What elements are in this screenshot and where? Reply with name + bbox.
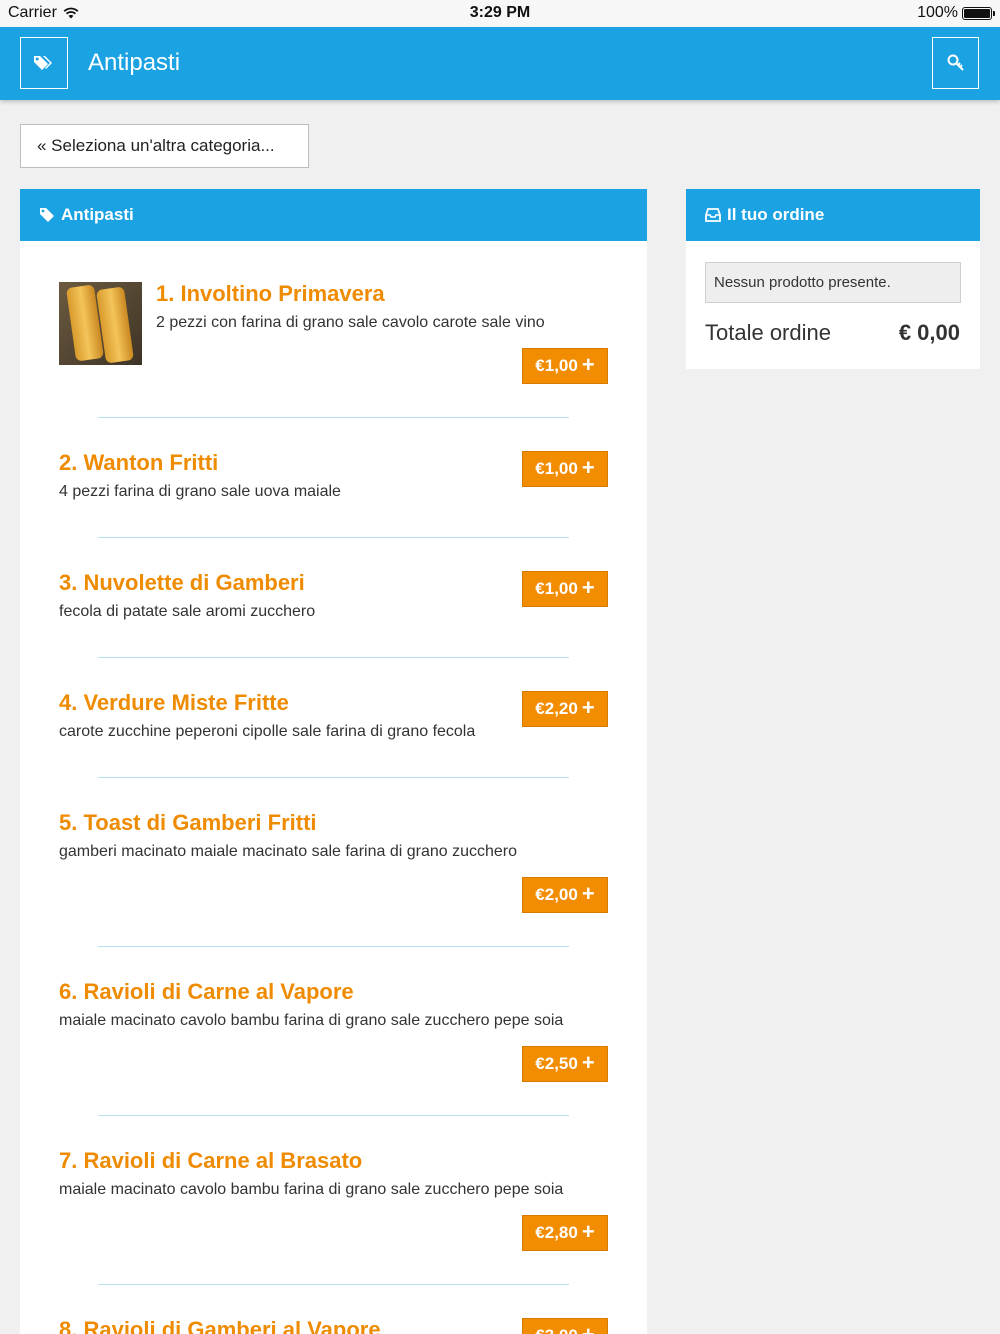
- item-name: 2. Wanton Fritti: [59, 450, 219, 475]
- order-panel-title: Il tuo ordine: [727, 205, 825, 224]
- menu-panel: Antipasti 1. Involtino Primavera 2 pezzi…: [20, 189, 647, 1334]
- add-to-order-button[interactable]: €2,00 +: [522, 877, 608, 913]
- item-description: 4 pezzi farina di grano sale uova maiale: [59, 483, 341, 500]
- item-price: €2,20: [535, 699, 578, 718]
- order-total-label: Totale ordine: [705, 320, 831, 345]
- top-navbar: Antipasti: [0, 27, 1000, 100]
- page-title: Antipasti: [88, 49, 181, 76]
- status-bar: Carrier 3:29 PM 100%: [0, 0, 1000, 27]
- battery-group: 100%: [917, 4, 995, 22]
- item-description: gamberi macinato maiale macinato sale fa…: [59, 843, 518, 860]
- plus-icon: +: [581, 575, 595, 600]
- order-panel-header: Il tuo ordine: [686, 189, 980, 241]
- item-description: fecola di patate sale aromi zucchero: [59, 603, 316, 620]
- plus-icon: +: [582, 1324, 595, 1334]
- clock: 3:29 PM: [469, 4, 531, 21]
- item-name: 6. Ravioli di Carne al Vapore: [59, 979, 354, 1004]
- item-divider: [98, 537, 569, 538]
- plus-icon: +: [581, 1050, 595, 1075]
- item-divider: [98, 777, 569, 778]
- item-description: maiale macinato cavolo bambu farina di g…: [59, 1012, 564, 1029]
- item-price: €2,50: [535, 1054, 578, 1073]
- item-price: €1,00: [535, 579, 578, 598]
- order-panel: Il tuo ordine Nessun prodotto presente. …: [686, 189, 980, 369]
- tags-icon: [34, 56, 52, 70]
- item-price: €3,00: [535, 1326, 578, 1334]
- item-divider: [98, 417, 569, 418]
- plus-icon: +: [581, 352, 595, 377]
- add-to-order-button[interactable]: €1,00 +: [522, 571, 608, 607]
- categories-button[interactable]: [20, 37, 68, 89]
- item-description: maiale macinato cavolo bambu farina di g…: [59, 1181, 564, 1198]
- battery-percent: 100%: [917, 4, 958, 21]
- add-to-order-button[interactable]: €1,00 +: [522, 451, 608, 487]
- item-price: €2,00: [535, 885, 578, 904]
- login-button[interactable]: [932, 37, 979, 89]
- plus-icon: +: [581, 881, 595, 906]
- add-to-order-button[interactable]: €1,00 +: [522, 348, 608, 384]
- add-to-order-button[interactable]: €2,50 +: [522, 1046, 608, 1082]
- inbox-icon: [705, 208, 721, 222]
- select-other-category-button[interactable]: « Seleziona un'altra categoria...: [20, 124, 309, 168]
- add-to-order-button[interactable]: €2,20 +: [522, 691, 608, 727]
- item-name: 8. Ravioli di Gamberi al Vapore: [59, 1317, 381, 1334]
- item-description: 2 pezzi con farina di grano sale cavolo …: [156, 314, 545, 331]
- battery-icon: [962, 6, 995, 20]
- item-divider: [98, 657, 569, 658]
- item-description: carote zucchine peperoni cipolle sale fa…: [59, 723, 476, 740]
- item-price: €1,00: [535, 356, 578, 375]
- item-divider: [98, 1115, 569, 1116]
- item-name: 4. Verdure Miste Fritte: [59, 690, 289, 715]
- item-divider: [98, 946, 569, 947]
- key-icon: [947, 54, 964, 71]
- item-photo: [59, 282, 142, 365]
- item-name: 1. Involtino Primavera: [156, 281, 385, 306]
- plus-icon: +: [581, 695, 595, 720]
- plus-icon: +: [581, 1219, 595, 1244]
- add-to-order-button[interactable]: €3,00 +: [522, 1318, 608, 1334]
- tag-icon: [40, 208, 54, 222]
- item-name: 7. Ravioli di Carne al Brasato: [59, 1148, 363, 1173]
- item-name: 3. Nuvolette di Gamberi: [59, 570, 305, 595]
- add-to-order-button[interactable]: €2,80 +: [522, 1215, 608, 1251]
- plus-icon: +: [581, 455, 595, 480]
- order-total-value: € 0,00: [898, 320, 960, 345]
- item-divider: [98, 1284, 569, 1285]
- item-name: 5. Toast di Gamberi Fritti: [59, 810, 317, 835]
- item-price: €1,00: [535, 459, 578, 478]
- menu-panel-title: Antipasti: [61, 205, 134, 224]
- menu-panel-header: Antipasti: [20, 189, 647, 241]
- item-price: €2,80: [535, 1223, 578, 1242]
- empty-order-message: Nessun prodotto presente.: [705, 262, 961, 303]
